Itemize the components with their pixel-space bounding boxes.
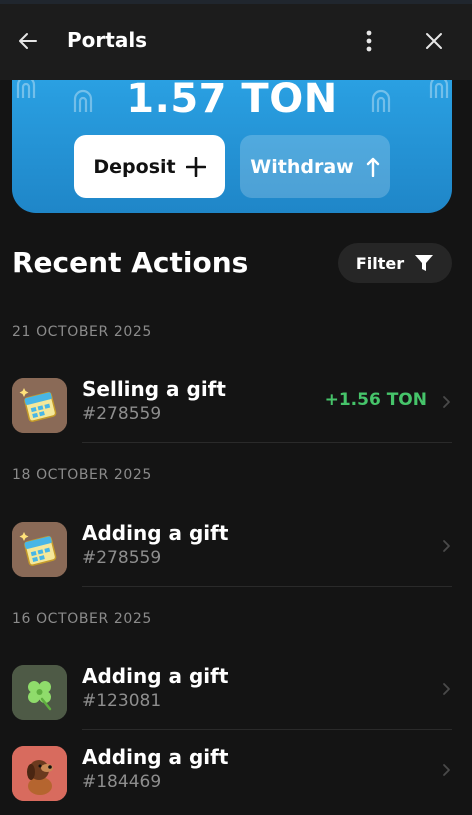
row-divider — [82, 586, 452, 587]
action-row[interactable]: Adding a gift #278559 — [0, 517, 472, 587]
clover-gift-icon — [12, 665, 67, 720]
more-button[interactable] — [356, 27, 382, 55]
calendar-gift-icon — [12, 378, 67, 433]
action-row[interactable]: Adding a gift #123081 — [0, 660, 472, 730]
chevron-right-icon — [443, 683, 450, 695]
row-divider — [82, 729, 452, 730]
vertical-dots-icon — [366, 30, 372, 52]
action-title: Selling a gift — [82, 377, 226, 401]
app-title: Portals — [67, 28, 148, 52]
action-amount: +1.56 TON — [324, 390, 427, 410]
filter-label: Filter — [355, 253, 405, 273]
chevron-right-icon — [443, 764, 450, 776]
gift-id: #278559 — [82, 548, 162, 568]
deposit-label: Deposit — [93, 155, 176, 178]
app-header: Portals — [0, 0, 472, 80]
calendar-gift-icon — [12, 522, 67, 577]
balance-amount: 1.57 TON — [126, 80, 338, 122]
close-icon — [426, 33, 442, 49]
chevron-right-icon — [443, 396, 450, 408]
action-title: Adding a gift — [82, 745, 229, 769]
balance-card: 1.57 TON Deposit Withdraw — [12, 80, 452, 213]
row-divider — [82, 442, 452, 443]
back-button[interactable] — [14, 27, 42, 55]
arrow-up-icon — [366, 157, 379, 177]
date-header: 18 OCTOBER 2025 — [12, 467, 152, 483]
plus-icon — [185, 156, 206, 177]
gift-id: #123081 — [82, 691, 162, 711]
filter-button[interactable]: Filter — [338, 243, 452, 283]
arrow-left-icon — [19, 33, 37, 49]
recent-actions-title: Recent Actions — [12, 246, 249, 279]
withdraw-button[interactable]: Withdraw — [240, 135, 390, 198]
close-button[interactable] — [420, 27, 448, 55]
date-header: 16 OCTOBER 2025 — [12, 611, 152, 627]
deposit-button[interactable]: Deposit — [74, 135, 225, 198]
action-title: Adding a gift — [82, 521, 229, 545]
action-title: Adding a gift — [82, 664, 229, 688]
action-row[interactable]: Adding a gift #184469 — [0, 741, 472, 811]
action-row[interactable]: Selling a gift #278559 +1.56 TON — [0, 373, 472, 443]
window-strip — [0, 0, 472, 4]
withdraw-label: Withdraw — [250, 155, 354, 178]
gift-id: #184469 — [82, 772, 162, 792]
dog-gift-icon — [12, 746, 67, 801]
chevron-right-icon — [443, 540, 450, 552]
gift-id: #278559 — [82, 404, 162, 424]
date-header: 21 OCTOBER 2025 — [12, 324, 152, 340]
funnel-icon — [415, 255, 434, 271]
